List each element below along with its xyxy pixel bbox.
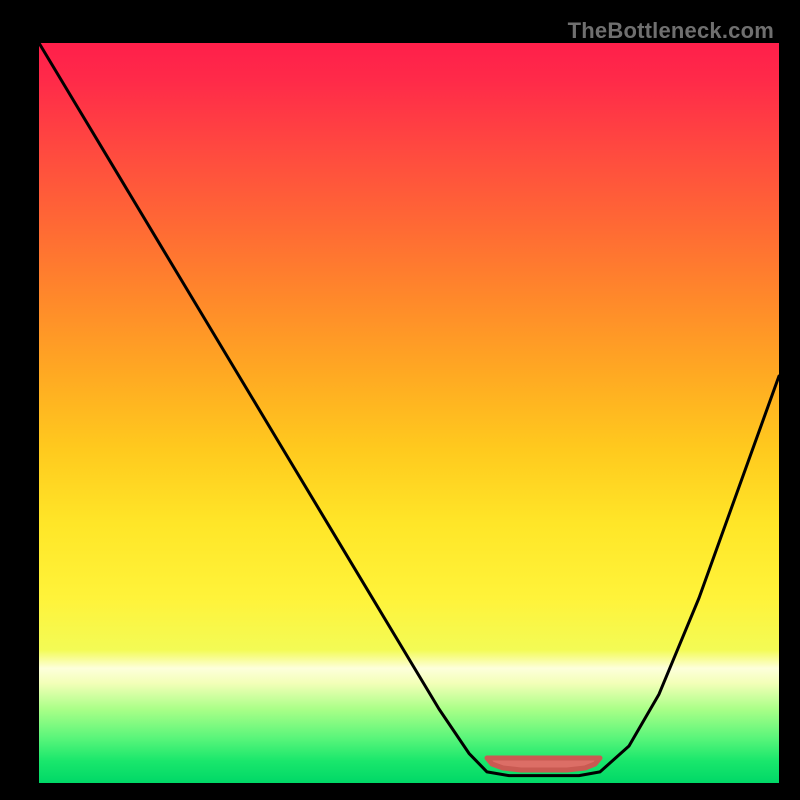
optimal-range-marker: [487, 758, 600, 770]
watermark-text: TheBottleneck.com: [568, 18, 774, 44]
plot-area: [39, 43, 779, 783]
chart-frame: TheBottleneck.com: [10, 10, 790, 790]
bottleneck-chart: [39, 43, 779, 783]
